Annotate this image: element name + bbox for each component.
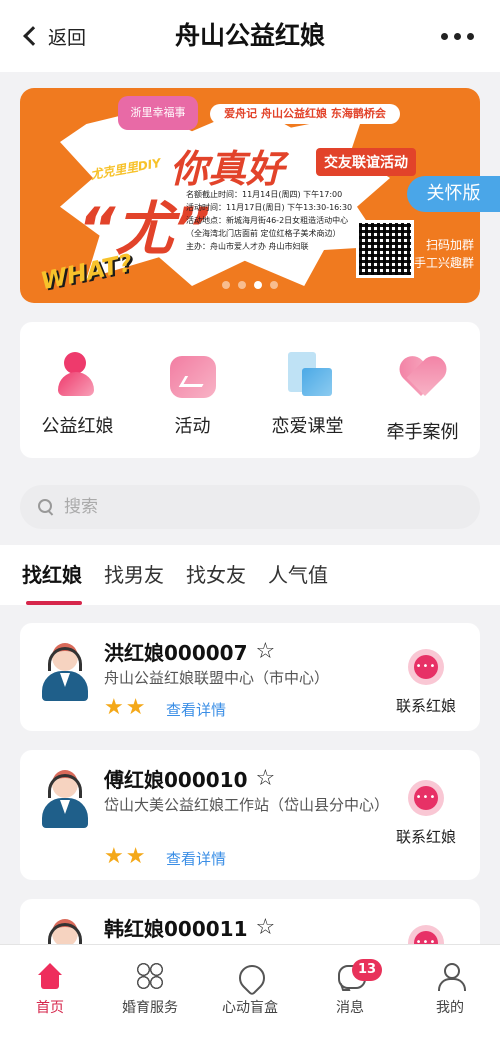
quick-entry-label: 牵手案例 [386, 422, 459, 443]
back-label: 返回 [48, 26, 87, 49]
quick-entry-activity[interactable]: 活动 [135, 322, 250, 458]
heart-case-icon [399, 358, 447, 404]
quick-entry-love-class[interactable]: 恋爱课堂 [250, 322, 365, 458]
matchmaker-name: 韩红娘000011 ☆ [104, 913, 275, 942]
quick-entry-panel: 公益红娘 活动 恋爱课堂 牵手案例 [20, 322, 480, 458]
banner-detail-line: 活动地点：新城海月街46-2日女粗造活动中心 [186, 216, 349, 225]
avatar [38, 639, 92, 703]
banner-detail-line: 活动时间：11月17日(周日) 下午13:30-16:30 [186, 203, 353, 212]
search-icon [38, 499, 54, 515]
chat-bubble-icon [408, 649, 444, 685]
rating-stars: ★ ★ [104, 695, 145, 720]
top-navbar: 返回 舟山公益红娘 [0, 0, 500, 72]
carousel-dot[interactable] [222, 281, 230, 289]
user-icon [435, 963, 466, 991]
carousel-dot[interactable] [270, 281, 278, 289]
avatar [38, 766, 92, 830]
favorite-star-icon[interactable]: ☆ [256, 766, 276, 791]
carousel-dots [20, 281, 480, 289]
banner-scan-text: 扫码加群 手工兴趣群 [414, 236, 474, 272]
contact-label: 联系红娘 [395, 697, 456, 715]
tab-find-girlfriend[interactable]: 找女友 [186, 545, 246, 605]
matchmaker-person-icon [54, 352, 102, 398]
love-class-book-icon [284, 352, 332, 398]
carousel-dot-active[interactable] [254, 281, 262, 289]
tab-find-boyfriend[interactable]: 找男友 [104, 545, 164, 605]
qr-code [356, 220, 414, 278]
tabbar-mine[interactable]: 我的 [400, 945, 500, 1044]
matchmaker-card[interactable]: 傅红娘000010 ☆ 岱山大美公益红娘工作站（岱山县分中心） ★ ★ 查看详情 … [20, 750, 480, 880]
matchmaker-name: 洪红娘000007 ☆ [104, 637, 275, 666]
chat-bubble-icon [408, 925, 444, 945]
tabbar-blind-box[interactable]: 心动盲盒 [200, 945, 300, 1044]
clover-icon [135, 963, 165, 991]
matchmaker-name-text: 洪红娘000007 [104, 641, 248, 665]
scan-line: 扫码加群 [425, 238, 474, 252]
star-icon: ★ [125, 844, 146, 869]
tab-popularity[interactable]: 人气值 [268, 545, 328, 605]
avatar [38, 915, 92, 945]
favorite-star-icon[interactable]: ☆ [256, 915, 276, 940]
view-details-link[interactable]: 查看详情 [166, 848, 226, 869]
quick-entry-label: 公益红娘 [41, 416, 114, 437]
matchmaker-org: 岱山大美公益红娘工作站（岱山县分中心） [104, 796, 390, 814]
view-details-link[interactable]: 查看详情 [166, 699, 226, 720]
tabbar-marriage-services[interactable]: 婚育服务 [100, 945, 200, 1044]
unread-badge: 13 [352, 959, 383, 981]
tabbar-home[interactable]: 首页 [0, 945, 100, 1044]
tabbar-label: 心动盲盒 [222, 1000, 278, 1016]
banner-details: 名额截止时间：11月14日(周四) 下午17:00 活动时间：11月17日(周日… [186, 188, 366, 253]
contact-matchmaker-button[interactable] [386, 925, 466, 945]
chat-bubble-icon [408, 780, 444, 816]
banner-detail-line: 名额截止时间：11月14日(周四) 下午17:00 [186, 190, 343, 199]
tabbar-label: 我的 [436, 1000, 464, 1016]
matchmaker-card[interactable]: 韩红娘000011 ☆ [20, 899, 480, 945]
tabbar-label: 首页 [36, 1000, 64, 1016]
banner-logo: 浙里幸福事 [118, 96, 198, 130]
favorite-star-icon[interactable]: ☆ [256, 639, 276, 664]
banner-detail-line: （全海湾北门店面前 定位红格子美术商边） [186, 229, 341, 238]
star-icon: ★ [125, 695, 146, 720]
care-mode-button[interactable]: 关怀版 [407, 176, 500, 212]
contact-matchmaker-button[interactable]: 联系红娘 [386, 780, 466, 847]
matchmaker-card[interactable]: 洪红娘000007 ☆ 舟山公益红娘联盟中心（市中心） ★★ 查看详情 联系红娘 [20, 623, 480, 731]
quick-entry-matchmaker[interactable]: 公益红娘 [20, 322, 135, 458]
more-options-icon[interactable] [441, 33, 474, 40]
tabbar-label: 消息 [336, 1000, 364, 1016]
back-button[interactable]: 返回 [18, 18, 86, 54]
tabbar-label: 婚育服务 [122, 1000, 178, 1016]
tab-find-matchmaker[interactable]: 找红娘 [22, 545, 82, 605]
contact-matchmaker-button[interactable]: 联系红娘 [386, 649, 466, 716]
quick-entry-label: 恋爱课堂 [271, 416, 344, 437]
scan-line: 手工兴趣群 [413, 256, 474, 270]
search-bar[interactable] [20, 485, 480, 529]
matchmaker-org: 舟山公益红娘联盟中心（市中心） [104, 669, 330, 687]
quick-entry-label: 活动 [174, 416, 211, 437]
carousel-dot[interactable] [238, 281, 246, 289]
star-icon: ★ [104, 844, 124, 869]
heart-box-icon [235, 963, 265, 991]
matchmaker-list: 洪红娘000007 ☆ 舟山公益红娘联盟中心（市中心） ★★ 查看详情 联系红娘… [0, 605, 500, 945]
category-tabs: 找红娘 找男友 找女友 人气值 [0, 545, 500, 605]
quick-entry-cases[interactable]: 牵手案例 [365, 322, 480, 458]
matchmaker-name-text: 韩红娘000011 [104, 917, 248, 941]
matchmaker-name: 傅红娘000010 ☆ [104, 764, 275, 793]
banner-event-tag: 交友联谊活动 [316, 148, 416, 176]
matchmaker-name-text: 傅红娘000010 [104, 768, 248, 792]
activity-chart-icon [169, 356, 216, 398]
banner-subheading: 爱舟记 舟山公益红娘 东海鹊桥会 [210, 104, 400, 124]
back-arrow-icon [23, 26, 43, 46]
tabbar-messages[interactable]: 13 消息 [300, 945, 400, 1044]
rating-stars: ★ ★ [104, 844, 145, 869]
banner-detail-line: 主办：舟山市爱人才办 舟山市妇联 [186, 242, 309, 251]
home-icon [35, 963, 65, 991]
search-input[interactable] [64, 497, 444, 517]
star-icon: ★ [104, 695, 124, 720]
contact-label: 联系红娘 [395, 828, 456, 846]
bottom-tabbar: 首页 婚育服务 心动盲盒 13 消息 我的 [0, 944, 500, 1044]
